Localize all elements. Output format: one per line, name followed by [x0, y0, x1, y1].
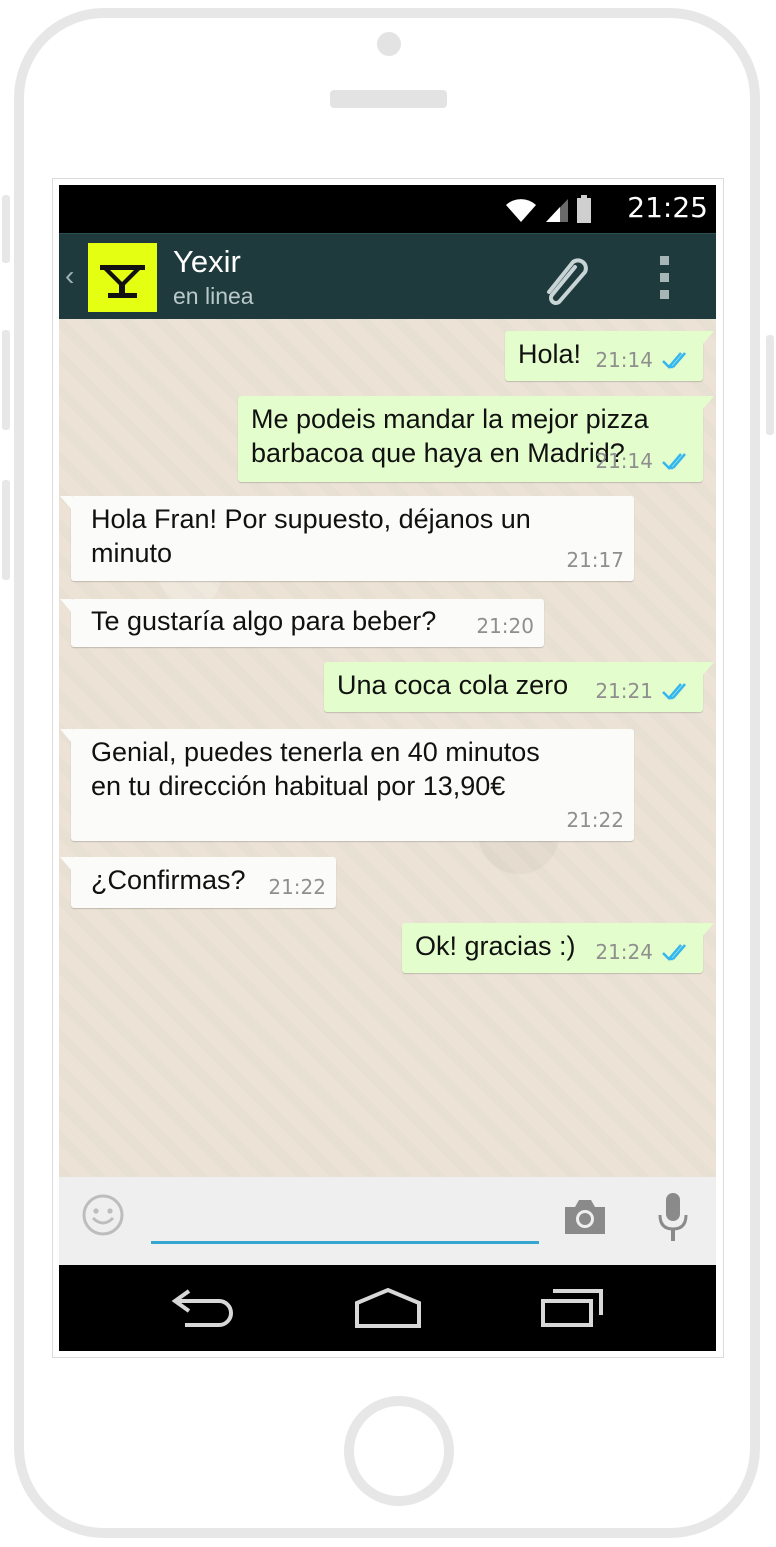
message-text-line: en tu dirección habitual por 13,90€ — [91, 771, 506, 801]
message-time: 21:21 — [595, 679, 653, 703]
power-button — [766, 335, 774, 435]
message-incoming[interactable]: ¿Confirmas? 21:22 — [60, 857, 336, 908]
message-incoming[interactable]: Genial, puedes tenerla en 40 minutos en … — [60, 729, 634, 841]
message-text: Te gustaría algo para beber? — [91, 606, 437, 636]
status-time: 21:25 — [627, 191, 708, 224]
camera-icon[interactable] — [562, 1197, 608, 1237]
back-arrow-icon[interactable] — [171, 1287, 237, 1329]
message-outgoing[interactable]: Hola! 21:14 — [505, 331, 714, 381]
read-ticks-icon — [662, 453, 686, 470]
wifi-icon — [506, 199, 536, 222]
paperclip-icon[interactable] — [535, 248, 595, 308]
read-ticks-icon — [662, 944, 686, 961]
message-text-line: Me podeis mandar la mejor pizza — [251, 404, 649, 434]
message-input-bar — [59, 1177, 716, 1265]
message-time: 21:14 — [595, 449, 653, 473]
message-text: ¿Confirmas? — [91, 865, 246, 895]
contact-avatar[interactable] — [88, 243, 157, 312]
message-incoming[interactable]: Te gustaría algo para beber? 21:20 — [60, 599, 544, 647]
phone-screen: 21:25 ‹ Yexir en linea Hola! 21:14 Me po… — [59, 185, 716, 1351]
battery-icon — [577, 195, 591, 223]
read-ticks-icon — [662, 352, 686, 369]
message-text-line: Genial, puedes tenerla en 40 minutos — [91, 737, 540, 767]
volume-up-button — [2, 330, 10, 430]
chat-area[interactable]: Hola! 21:14 Me podeis mandar la mejor pi… — [59, 319, 716, 1177]
signal-icon — [546, 199, 568, 222]
read-ticks-icon — [662, 683, 686, 700]
message-time: 21:20 — [476, 614, 534, 638]
message-time: 21:14 — [595, 348, 653, 372]
message-time: 21:22 — [268, 875, 326, 899]
message-text: Ok! gracias :) — [415, 931, 576, 961]
message-time: 21:24 — [595, 940, 653, 964]
status-icons — [504, 195, 592, 223]
message-outgoing[interactable]: Una coca cola zero 21:21 — [324, 662, 714, 712]
chat-header: ‹ Yexir en linea — [59, 233, 716, 320]
message-input[interactable] — [151, 1195, 539, 1244]
back-chevron-icon[interactable]: ‹ — [65, 260, 74, 292]
message-text-line: Hola Fran! Por supuesto, déjanos un — [91, 504, 531, 534]
home-button[interactable] — [344, 1396, 454, 1506]
earpiece-speaker — [330, 90, 447, 108]
yexir-logo-icon — [100, 265, 145, 298]
message-text: Hola! — [518, 339, 582, 369]
recent-apps-icon[interactable] — [539, 1287, 605, 1329]
message-time: 21:17 — [566, 548, 624, 572]
front-camera — [377, 32, 401, 56]
message-text-line: minuto — [91, 538, 173, 568]
message-outgoing[interactable]: Ok! gracias :) 21:24 — [402, 923, 714, 973]
mute-switch — [2, 195, 10, 263]
message-incoming[interactable]: Hola Fran! Por supuesto, déjanos un minu… — [60, 496, 634, 581]
message-outgoing[interactable]: Me podeis mandar la mejor pizza barbacoa… — [238, 396, 714, 482]
smiley-icon[interactable] — [81, 1193, 125, 1237]
android-nav-bar — [59, 1265, 716, 1351]
message-text: Una coca cola zero — [337, 670, 569, 700]
contact-name[interactable]: Yexir — [173, 244, 241, 280]
status-bar: 21:25 — [59, 185, 716, 233]
volume-down-button — [2, 480, 10, 580]
contact-status: en linea — [173, 283, 254, 309]
home-icon[interactable] — [353, 1287, 423, 1329]
message-time: 21:22 — [566, 808, 624, 832]
overflow-menu-icon[interactable] — [655, 254, 675, 302]
message-text-line: barbacoa que haya en Madrid? — [251, 438, 625, 468]
microphone-icon[interactable] — [657, 1191, 689, 1243]
